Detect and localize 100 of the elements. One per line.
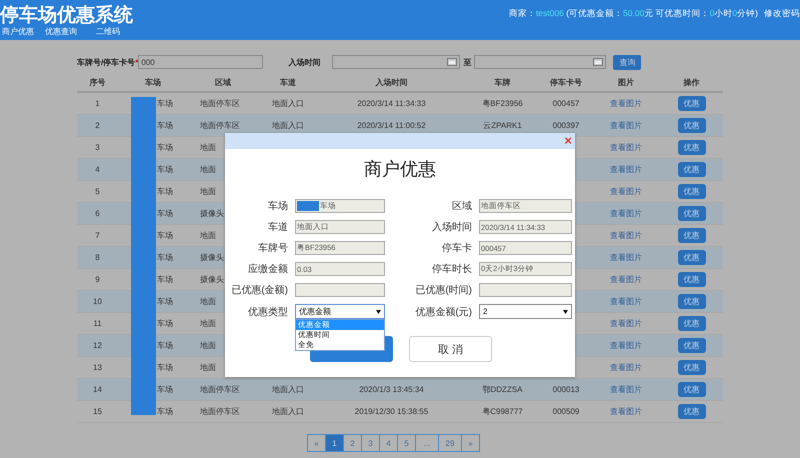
column-header: 图片 (592, 73, 660, 92)
table-cell: 地面停车区 (200, 385, 240, 394)
date-input[interactable] (474, 55, 606, 69)
column-header: 区域 (188, 73, 258, 92)
merchant-info: 商家：test006 (可优惠金额：50.00元 可优惠时间：0小时0分钟) (508, 8, 758, 20)
table-cell: 车场 (157, 253, 173, 262)
table-cell: 11 (93, 319, 102, 328)
previous-page-button[interactable]: « (307, 434, 326, 452)
page-button[interactable]: 3 (361, 434, 380, 452)
change-password-link[interactable]: 修改密码 (764, 8, 800, 20)
field-label: 已优惠(时间) (414, 284, 472, 297)
discount-button[interactable]: 优惠 (678, 118, 706, 133)
discount-button[interactable]: 优惠 (678, 206, 706, 221)
table-cell: 地面停车区 (200, 407, 240, 416)
calendar-icon[interactable] (593, 58, 604, 66)
select-field[interactable]: 优惠金额 (295, 304, 385, 319)
view-picture-link[interactable]: 查看图片 (610, 319, 642, 328)
nav-item[interactable]: 优惠查询 (45, 26, 77, 37)
table-cell: 4 (95, 165, 100, 174)
discount-button[interactable]: 优惠 (678, 272, 706, 287)
table-cell: 000457 (552, 99, 580, 108)
to-label: 至 (463, 56, 472, 68)
table-cell: 地面入口 (272, 385, 304, 394)
discount-button[interactable]: 优惠 (678, 382, 706, 397)
discount-button[interactable]: 优惠 (678, 96, 706, 111)
field-label: 优惠类型 (247, 306, 288, 318)
table-cell: 车场 (157, 319, 173, 328)
date-input[interactable] (332, 55, 460, 69)
table-cell: 12 (93, 341, 102, 350)
discount-button[interactable]: 优惠 (678, 228, 706, 243)
view-picture-link[interactable]: 查看图片 (610, 341, 642, 350)
view-picture-link[interactable]: 查看图片 (610, 143, 642, 152)
table-cell: 地面 (200, 297, 216, 306)
select-field[interactable]: 2 (479, 304, 572, 319)
table-cell: 地面入口 (272, 121, 304, 130)
table-cell: 15 (93, 407, 102, 416)
nav-item[interactable]: 商户优惠 (2, 26, 34, 37)
page-button[interactable]: 2 (343, 434, 362, 452)
next-page-button[interactable]: » (461, 434, 480, 452)
discount-button[interactable]: 优惠 (678, 294, 706, 309)
table-cell: 车场 (157, 341, 173, 350)
field-label: 入场时间 (431, 220, 472, 234)
table-cell: 地面 (200, 363, 216, 372)
column-header: 入场时间 (318, 73, 465, 92)
column-header: 车牌 (465, 73, 540, 92)
view-picture-link[interactable]: 查看图片 (610, 165, 642, 174)
view-picture-link[interactable]: 查看图片 (610, 385, 642, 394)
view-picture-link[interactable]: 查看图片 (610, 275, 642, 284)
discount-button[interactable]: 优惠 (678, 338, 706, 353)
nav-item[interactable]: 二维码 (96, 26, 120, 37)
table-cell: 地面入口 (272, 407, 304, 416)
page-button[interactable]: 29 (438, 434, 462, 452)
view-picture-link[interactable]: 查看图片 (610, 297, 642, 306)
table-cell: 14 (93, 385, 102, 394)
page-button[interactable]: 1 (325, 434, 344, 452)
view-picture-link[interactable]: 查看图片 (610, 363, 642, 372)
table-cell: 粤C998777 (482, 407, 523, 416)
discount-button[interactable]: 优惠 (678, 250, 706, 265)
dialog-title: 商户优惠 (363, 158, 437, 181)
table-cell: 9 (95, 275, 100, 284)
plate-input[interactable]: 000 (138, 55, 264, 69)
column-header: 操作 (660, 73, 723, 92)
discount-button[interactable]: 优惠 (678, 184, 706, 199)
table-cell: 2019/12/30 15:38:55 (354, 407, 428, 416)
view-picture-link[interactable]: 查看图片 (610, 407, 642, 416)
view-picture-link[interactable]: 查看图片 (610, 231, 642, 240)
discount-button[interactable]: 优惠 (678, 140, 706, 155)
discount-button[interactable]: 优惠 (678, 404, 706, 419)
table-cell: 地面入口 (272, 99, 304, 108)
table-cell: 000397 (552, 121, 580, 130)
view-picture-link[interactable]: 查看图片 (610, 187, 642, 196)
table-cell: 车场 (157, 99, 173, 108)
field-label: 已优惠(金额) (230, 284, 288, 297)
view-picture-link[interactable]: 查看图片 (610, 209, 642, 218)
query-button[interactable]: 查询 (613, 54, 642, 70)
page-button[interactable]: 5 (397, 434, 416, 452)
cancel-button[interactable]: 取 消 (409, 336, 492, 362)
calendar-icon[interactable] (447, 58, 458, 66)
column-header: 车场 (118, 73, 188, 92)
column-header: 停车卡号 (540, 73, 592, 92)
field-label: 车场 (267, 200, 288, 213)
readonly-field[interactable] (479, 283, 572, 297)
table-cell: 车场 (157, 297, 173, 306)
view-picture-link[interactable]: 查看图片 (610, 99, 642, 108)
readonly-field[interactable] (295, 283, 385, 297)
page-button[interactable]: 4 (379, 434, 398, 452)
table-cell: 摄像头 (200, 253, 224, 262)
view-picture-link[interactable]: 查看图片 (610, 121, 642, 130)
discount-button[interactable]: 优惠 (678, 162, 706, 177)
discount-button[interactable]: 优惠 (678, 360, 706, 375)
table-cell: 地面 (200, 187, 216, 196)
table-cell: 3 (95, 143, 100, 152)
view-picture-link[interactable]: 查看图片 (610, 253, 642, 262)
page-button[interactable]: ... (415, 434, 439, 452)
discount-button[interactable]: 优惠 (678, 316, 706, 331)
table-cell: 7 (95, 231, 100, 240)
table-cell: 地面停车区 (200, 99, 240, 108)
table-cell: 车场 (157, 121, 173, 130)
close-button[interactable]: × (564, 133, 572, 149)
table-cell: 2 (95, 121, 100, 130)
